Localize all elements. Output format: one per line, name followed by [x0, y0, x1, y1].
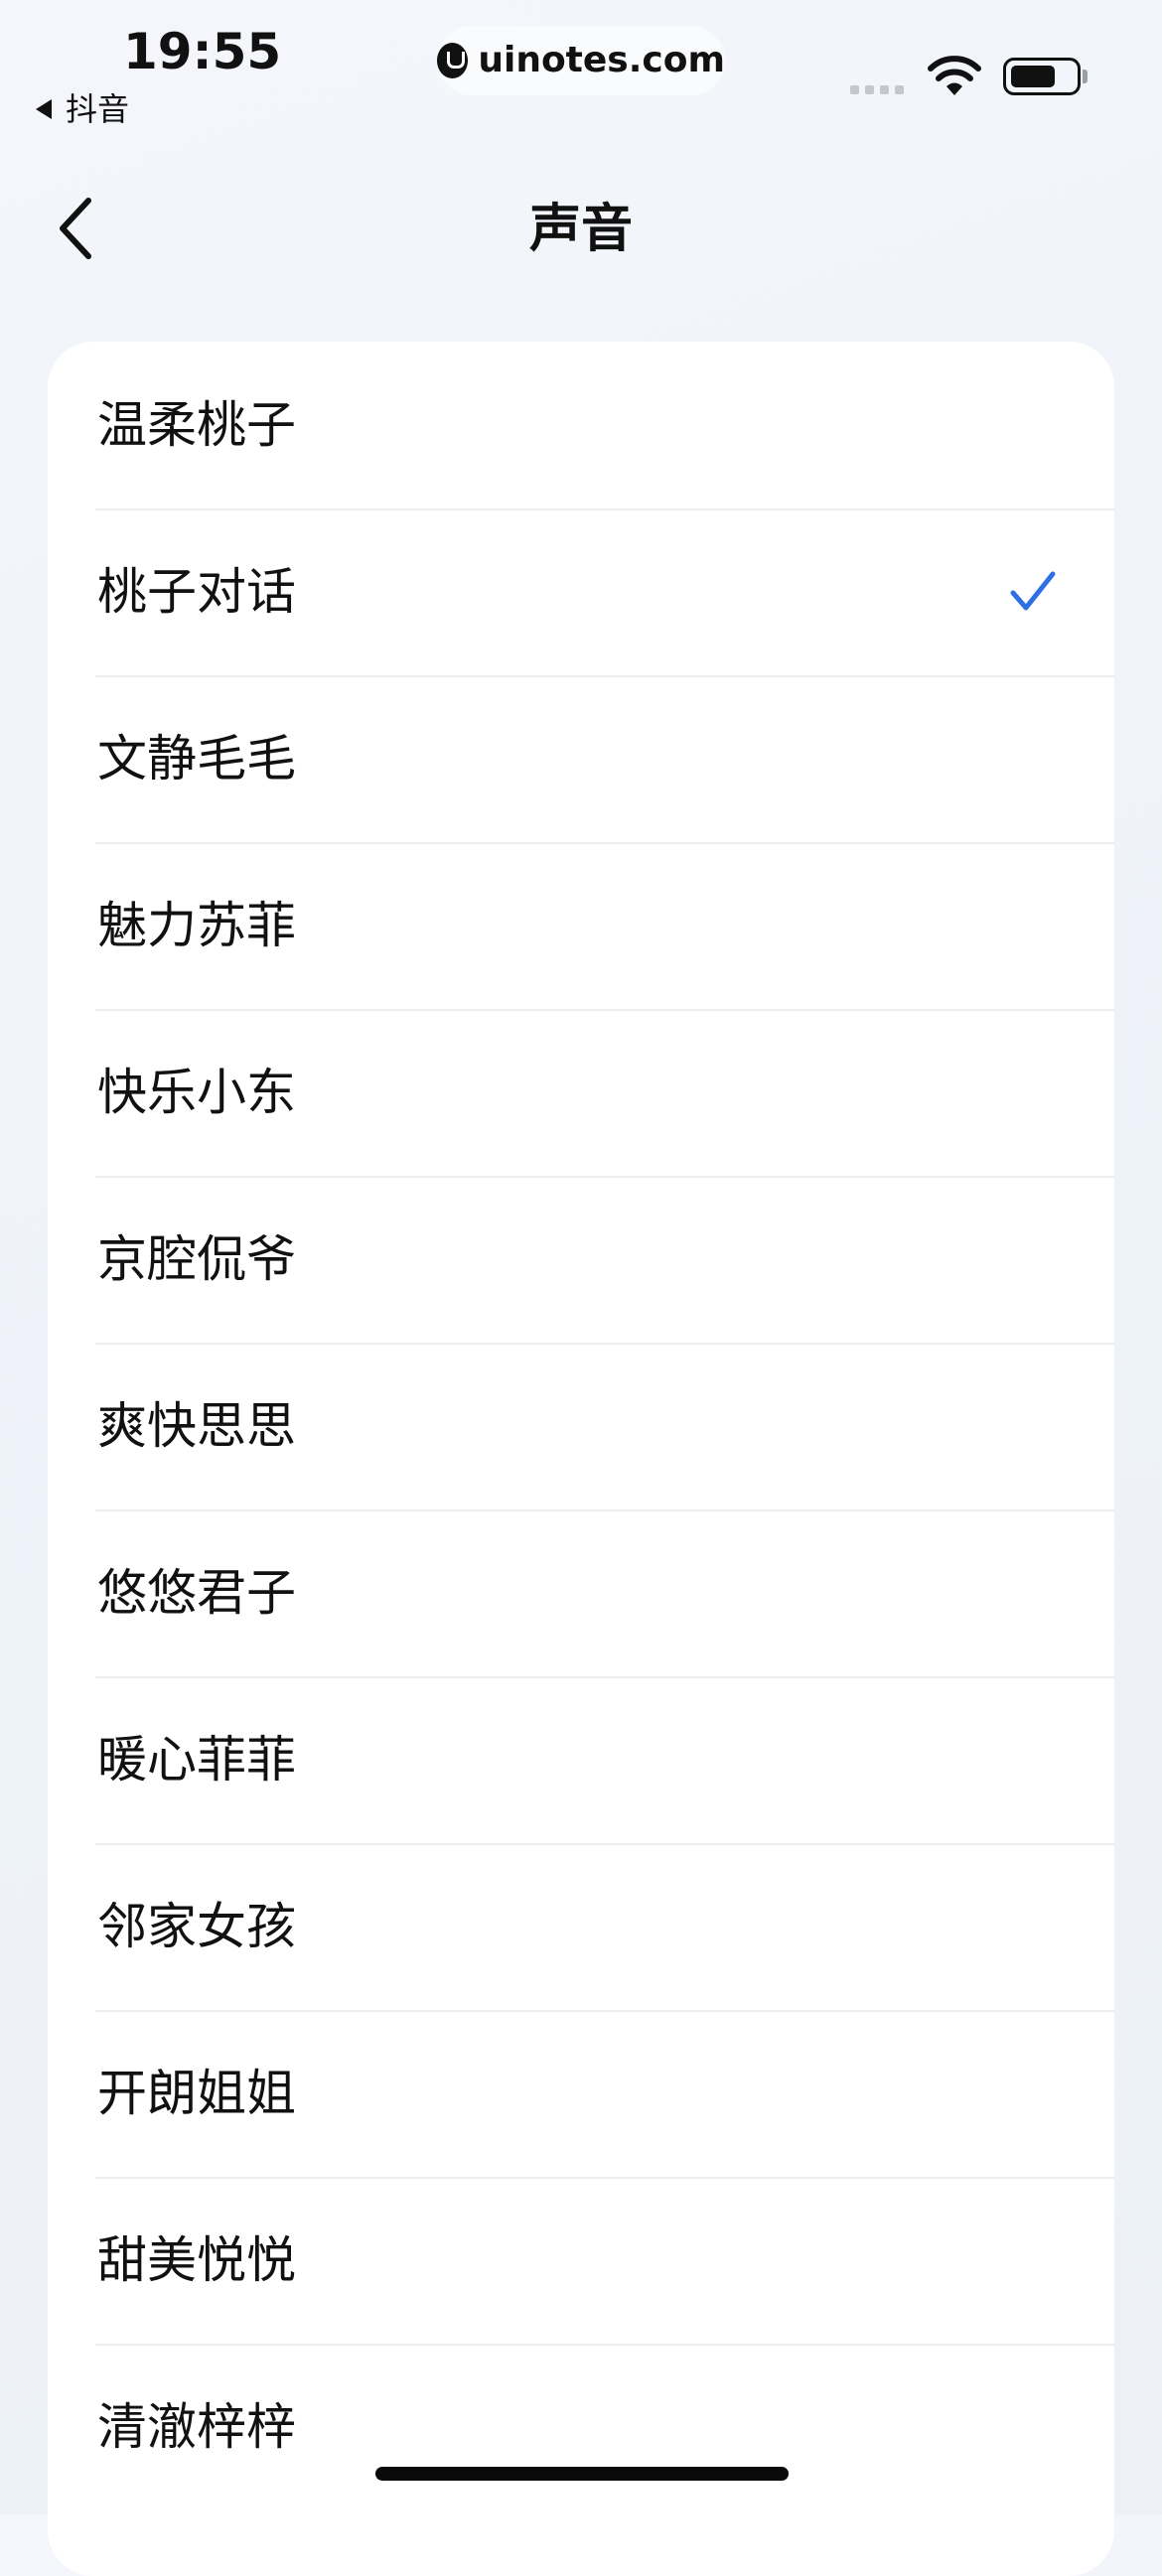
voice-option[interactable]: 快乐小东 [48, 1009, 1114, 1176]
battery-icon [1003, 58, 1081, 95]
voice-option-label: 悠悠君子 [97, 1564, 296, 1622]
voice-option[interactable]: 桃子对话 [48, 508, 1114, 675]
voice-option[interactable]: 魅力苏菲 [48, 842, 1114, 1009]
battery-level [1011, 66, 1055, 87]
page-title: 声音 [528, 200, 633, 259]
voice-option[interactable]: 温柔桃子 [48, 342, 1114, 508]
voice-option-label: 桃子对话 [97, 563, 296, 621]
voice-list: 温柔桃子桃子对话文静毛毛魅力苏菲快乐小东京腔侃爷爽快思思悠悠君子暖心菲菲邻家女孩… [48, 342, 1114, 2576]
voice-option[interactable]: 悠悠君子 [48, 1509, 1114, 1676]
voice-option-label: 温柔桃子 [97, 396, 296, 454]
wifi-icon [928, 56, 981, 95]
voice-option[interactable]: 开朗姐姐 [48, 2010, 1114, 2177]
cellular-signal-icon [850, 85, 904, 94]
voice-option[interactable]: 暖心菲菲 [48, 1676, 1114, 1843]
voice-option-label: 快乐小东 [97, 1064, 296, 1121]
back-to-app-label: 抖音 [66, 90, 130, 128]
battery-cap [1083, 70, 1088, 83]
url-text: uinotes.com [478, 40, 725, 80]
voice-option-label: 甜美悦悦 [97, 2231, 296, 2289]
checkmark-icon [1010, 571, 1056, 611]
voice-option[interactable]: 甜美悦悦 [48, 2177, 1114, 2344]
voice-option[interactable]: 邻家女孩 [48, 1843, 1114, 2010]
site-logo-icon [437, 43, 469, 78]
voice-option[interactable]: 京腔侃爷 [48, 1176, 1114, 1343]
back-to-app-link[interactable]: 抖音 [36, 89, 129, 129]
voice-option[interactable]: 清澈梓梓 [48, 2344, 1114, 2510]
voice-option-label: 魅力苏菲 [97, 897, 296, 954]
voice-option-label: 京腔侃爷 [97, 1230, 296, 1288]
voice-option[interactable]: 文静毛毛 [48, 675, 1114, 842]
back-triangle-icon [36, 99, 52, 119]
voice-option-label: 清澈梓梓 [97, 2398, 296, 2456]
url-pill[interactable]: uinotes.com [437, 26, 725, 95]
home-indicator[interactable] [375, 2467, 789, 2481]
voice-option-label: 邻家女孩 [97, 1898, 296, 1955]
voice-option-label: 爽快思思 [97, 1397, 296, 1455]
voice-option-label: 文静毛毛 [97, 730, 296, 787]
status-time: 19:55 [123, 23, 282, 80]
voice-option-label: 开朗姐姐 [97, 2065, 296, 2122]
voice-option-label: 暖心菲菲 [97, 1731, 296, 1789]
voice-option[interactable]: 爽快思思 [48, 1343, 1114, 1509]
